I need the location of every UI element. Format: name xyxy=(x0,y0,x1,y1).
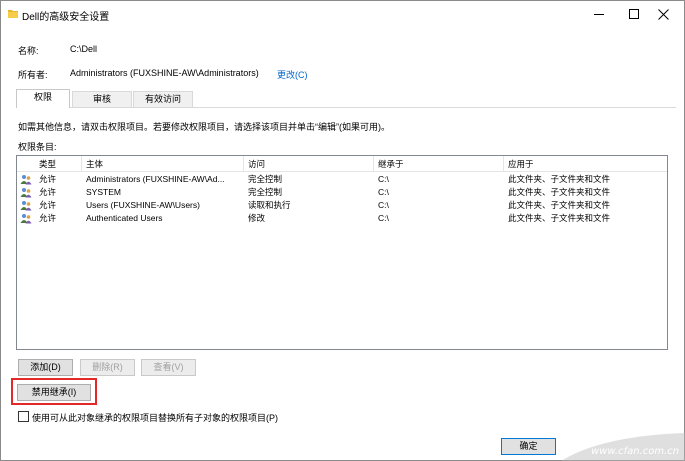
instructions-text: 如需其他信息，请双击权限项目。若要修改权限项目，请选择该项目并单击“编辑”(如果… xyxy=(18,122,390,132)
watermark-text: www.cfan.com.cn xyxy=(591,446,679,457)
name-label: 名称: xyxy=(18,46,39,56)
close-icon xyxy=(657,8,669,20)
table-row[interactable]: 允许 SYSTEM 完全控制 C:\ 此文件夹、子文件夹和文件 xyxy=(17,185,667,199)
row-access: 完全控制 xyxy=(248,174,283,184)
row-applies: 此文件夹、子文件夹和文件 xyxy=(508,174,611,184)
replace-child-permissions-label: 使用可从此对象继承的权限项目替换所有子对象的权限项目(P) xyxy=(32,413,278,423)
table-row[interactable]: 允许 Authenticated Users 修改 C:\ 此文件夹、子文件夹和… xyxy=(17,211,667,225)
disable-inheritance-button[interactable]: 禁用继承(I) xyxy=(17,384,91,401)
row-type: 允许 xyxy=(39,213,57,223)
row-access: 修改 xyxy=(248,213,266,223)
row-inherited: C:\ xyxy=(378,174,389,184)
users-icon xyxy=(20,201,32,211)
replace-child-permissions-checkbox[interactable] xyxy=(18,411,29,422)
row-principal: SYSTEM xyxy=(86,187,121,197)
tab-auditing[interactable]: 审核 xyxy=(72,91,132,107)
row-applies: 此文件夹、子文件夹和文件 xyxy=(508,200,611,210)
row-inherited: C:\ xyxy=(378,187,389,197)
column-type[interactable]: 类型 xyxy=(35,156,82,172)
minimize-icon xyxy=(594,13,604,15)
add-button[interactable]: 添加(D) xyxy=(18,359,73,376)
users-icon xyxy=(20,175,32,185)
row-principal: Users (FUXSHINE-AW\Users) xyxy=(86,200,200,210)
owner-value: Administrators (FUXSHINE-AW\Administrato… xyxy=(70,68,259,78)
close-button[interactable] xyxy=(641,1,685,27)
folder-icon xyxy=(8,10,18,18)
row-inherited: C:\ xyxy=(378,200,389,210)
advanced-security-window: Dell的高级安全设置 名称: C:\Dell 所有者: Administrat… xyxy=(0,0,685,461)
row-inherited: C:\ xyxy=(378,213,389,223)
row-principal: Administrators (FUXSHINE-AW\Ad... xyxy=(86,174,225,184)
row-applies: 此文件夹、子文件夹和文件 xyxy=(508,213,611,223)
name-value: C:\Dell xyxy=(70,44,98,54)
permission-entries-list[interactable]: 类型 主体 访问 继承于 应用于 允许 Administrators (FUXS… xyxy=(16,155,668,350)
row-type: 允许 xyxy=(39,174,57,184)
users-icon xyxy=(20,188,32,198)
maximize-icon xyxy=(629,9,639,19)
window-title: Dell的高级安全设置 xyxy=(22,12,110,23)
row-access: 读取和执行 xyxy=(248,200,291,210)
cfan-watermark: www.cfan.com.cn xyxy=(561,433,685,461)
change-owner-link[interactable]: 更改(C) xyxy=(277,68,308,81)
table-row[interactable]: 允许 Administrators (FUXSHINE-AW\Ad... 完全控… xyxy=(17,172,667,186)
owner-label: 所有者: xyxy=(18,70,48,80)
row-type: 允许 xyxy=(39,200,57,210)
tab-panel-border xyxy=(16,107,676,108)
remove-button[interactable]: 删除(R) xyxy=(80,359,135,376)
table-row[interactable]: 允许 Users (FUXSHINE-AW\Users) 读取和执行 C:\ 此… xyxy=(17,198,667,212)
entries-label: 权限条目: xyxy=(18,142,57,152)
tab-effective-access[interactable]: 有效访问 xyxy=(133,91,193,107)
users-icon xyxy=(20,214,32,224)
row-access: 完全控制 xyxy=(248,187,283,197)
column-principal[interactable]: 主体 xyxy=(82,156,244,172)
column-inherited-from[interactable]: 继承于 xyxy=(374,156,504,172)
row-applies: 此文件夹、子文件夹和文件 xyxy=(508,187,611,197)
tab-permissions[interactable]: 权限 xyxy=(16,89,70,108)
row-type: 允许 xyxy=(39,187,57,197)
view-button[interactable]: 查看(V) xyxy=(141,359,196,376)
ok-button[interactable]: 确定 xyxy=(501,438,556,455)
row-principal: Authenticated Users xyxy=(86,213,163,223)
column-access[interactable]: 访问 xyxy=(244,156,374,172)
list-header: 类型 主体 访问 继承于 应用于 xyxy=(17,156,667,172)
title-bar: Dell的高级安全设置 xyxy=(1,1,684,29)
column-applies-to[interactable]: 应用于 xyxy=(504,156,667,172)
